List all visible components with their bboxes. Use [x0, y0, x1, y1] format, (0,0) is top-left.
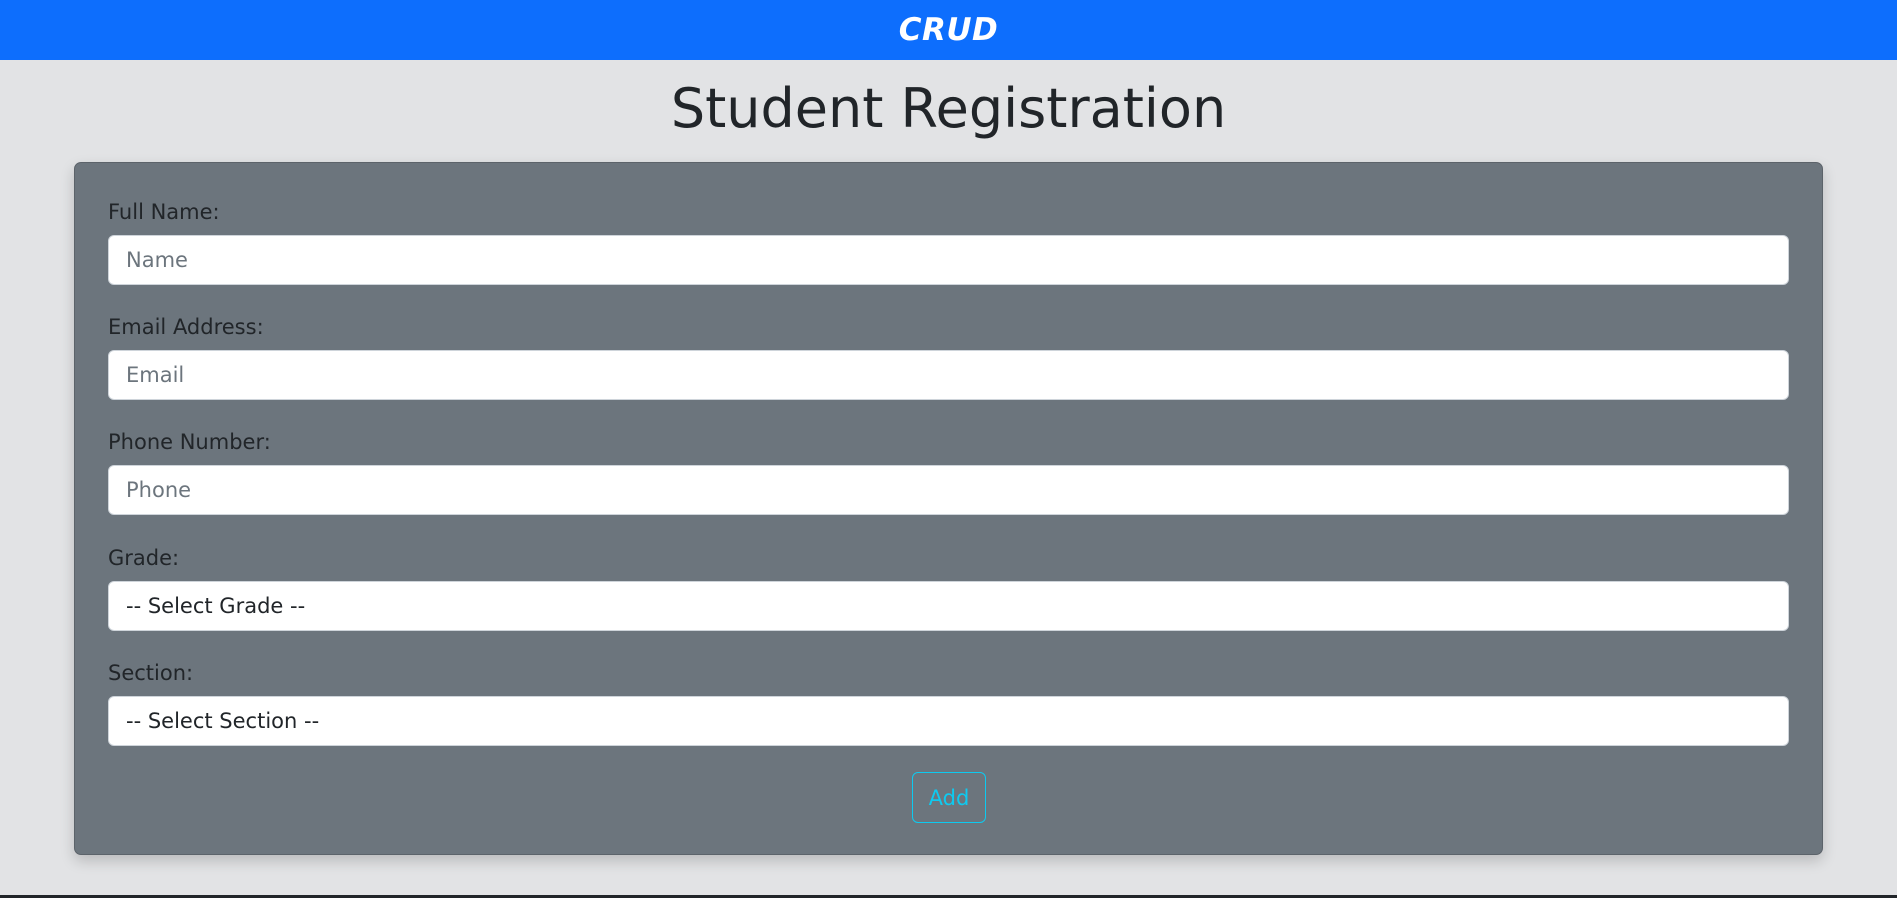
grade-select-value: -- Select Grade --	[126, 594, 306, 618]
email-input[interactable]	[108, 350, 1789, 400]
registration-form-card: Full Name: Email Address: Phone Number: …	[74, 162, 1823, 855]
navbar: CRUD	[0, 0, 1897, 60]
full-name-group: Full Name:	[108, 197, 1789, 285]
phone-label: Phone Number:	[108, 430, 271, 454]
add-button[interactable]: Add	[912, 772, 986, 823]
section-select-value: -- Select Section --	[126, 709, 320, 733]
section-group: Section: -- Select Section --	[108, 658, 1789, 746]
grade-select[interactable]: -- Select Grade --	[108, 581, 1789, 631]
page-title: Student Registration	[670, 77, 1227, 140]
section-label: Section:	[108, 661, 194, 685]
phone-group: Phone Number:	[108, 427, 1789, 515]
grade-label: Grade:	[108, 546, 180, 570]
section-select[interactable]: -- Select Section --	[108, 696, 1789, 746]
email-group: Email Address:	[108, 312, 1789, 400]
full-name-input[interactable]	[108, 235, 1789, 285]
phone-input[interactable]	[108, 465, 1789, 515]
email-label: Email Address:	[108, 315, 264, 339]
navbar-brand[interactable]: CRUD	[899, 12, 999, 48]
grade-group: Grade: -- Select Grade --	[108, 543, 1789, 631]
full-name-label: Full Name:	[108, 200, 220, 224]
